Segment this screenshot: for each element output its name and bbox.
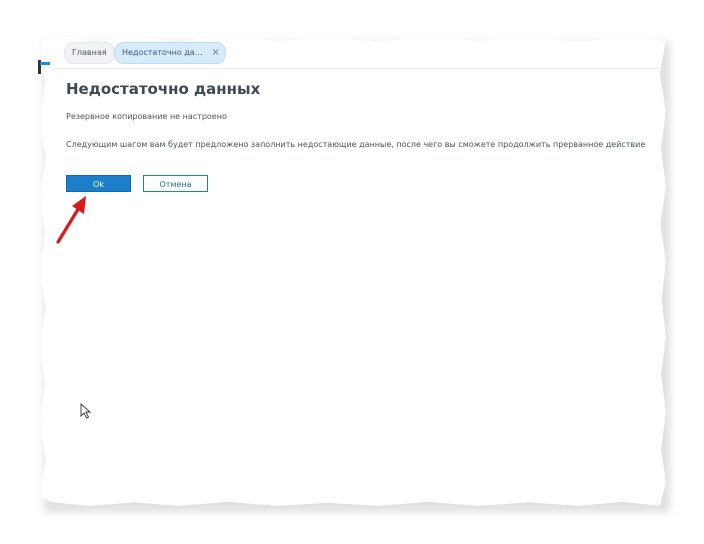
tab-not-enough-data[interactable]: Недостаточно да… ×: [114, 42, 226, 64]
backup-status-text: Резервное копирование не настроено: [66, 112, 227, 121]
mouse-cursor-icon: [80, 403, 92, 419]
tab-home-label: Главная: [72, 48, 107, 57]
page-title: Недостаточно данных: [66, 80, 261, 98]
close-icon[interactable]: ×: [211, 43, 219, 63]
red-arrow-icon: [56, 196, 86, 244]
tab-home[interactable]: Главная: [64, 42, 115, 64]
cancel-button[interactable]: Отмена: [143, 175, 208, 192]
tab-bar: Главная Недостаточно да… ×: [54, 40, 664, 69]
tab-active-label: Недостаточно да…: [122, 48, 203, 57]
next-step-message: Следующим шагом вам будет предложено зап…: [66, 140, 646, 149]
accent-bar: [40, 62, 50, 65]
ok-button[interactable]: Ok: [66, 175, 131, 192]
screenshot-frame: [40, 36, 666, 506]
